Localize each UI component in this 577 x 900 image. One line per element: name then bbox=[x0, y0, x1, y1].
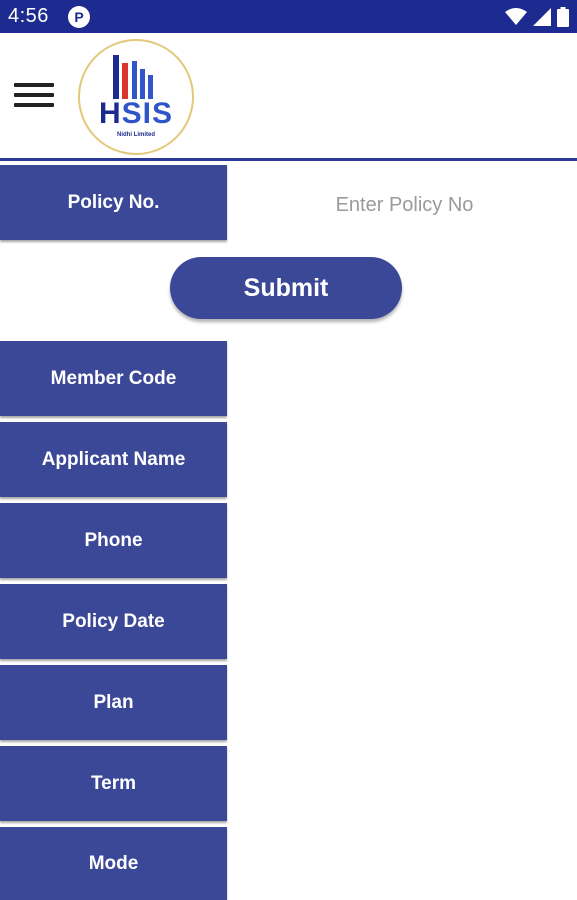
status-bar: 4:56 P bbox=[0, 0, 577, 33]
applicant-name-label: Applicant Name bbox=[0, 422, 227, 497]
plan-label: Plan bbox=[0, 665, 227, 740]
applicant-name-value bbox=[228, 422, 577, 497]
member-code-value bbox=[228, 341, 577, 416]
status-time: 4:56 bbox=[8, 5, 49, 27]
policy-date-label: Policy Date bbox=[0, 584, 227, 659]
app-notification-icon: P bbox=[68, 6, 90, 28]
svg-text:HSIS: HSIS bbox=[99, 97, 173, 130]
signal-icon bbox=[533, 8, 551, 26]
member-code-label: Member Code bbox=[0, 341, 227, 416]
app-header: HSIS Nidhi Limited bbox=[0, 33, 577, 161]
submit-button[interactable]: Submit bbox=[170, 257, 402, 319]
status-icons bbox=[505, 6, 569, 28]
policy-number-input[interactable] bbox=[228, 165, 577, 245]
phone-value bbox=[228, 503, 577, 578]
hamburger-menu-icon[interactable] bbox=[14, 79, 56, 111]
policy-date-value bbox=[228, 584, 577, 659]
battery-icon bbox=[557, 7, 569, 27]
phone-label: Phone bbox=[0, 503, 227, 578]
logo-graphic: HSIS Nidhi Limited bbox=[99, 55, 173, 138]
term-label: Term bbox=[0, 746, 227, 821]
company-logo: HSIS Nidhi Limited bbox=[78, 39, 194, 155]
mode-label: Mode bbox=[0, 827, 227, 900]
mode-value bbox=[228, 827, 577, 900]
term-value bbox=[228, 746, 577, 821]
plan-value bbox=[228, 665, 577, 740]
svg-text:Nidhi Limited: Nidhi Limited bbox=[117, 132, 155, 138]
policy-number-label: Policy No. bbox=[0, 165, 227, 240]
wifi-icon bbox=[505, 8, 527, 25]
